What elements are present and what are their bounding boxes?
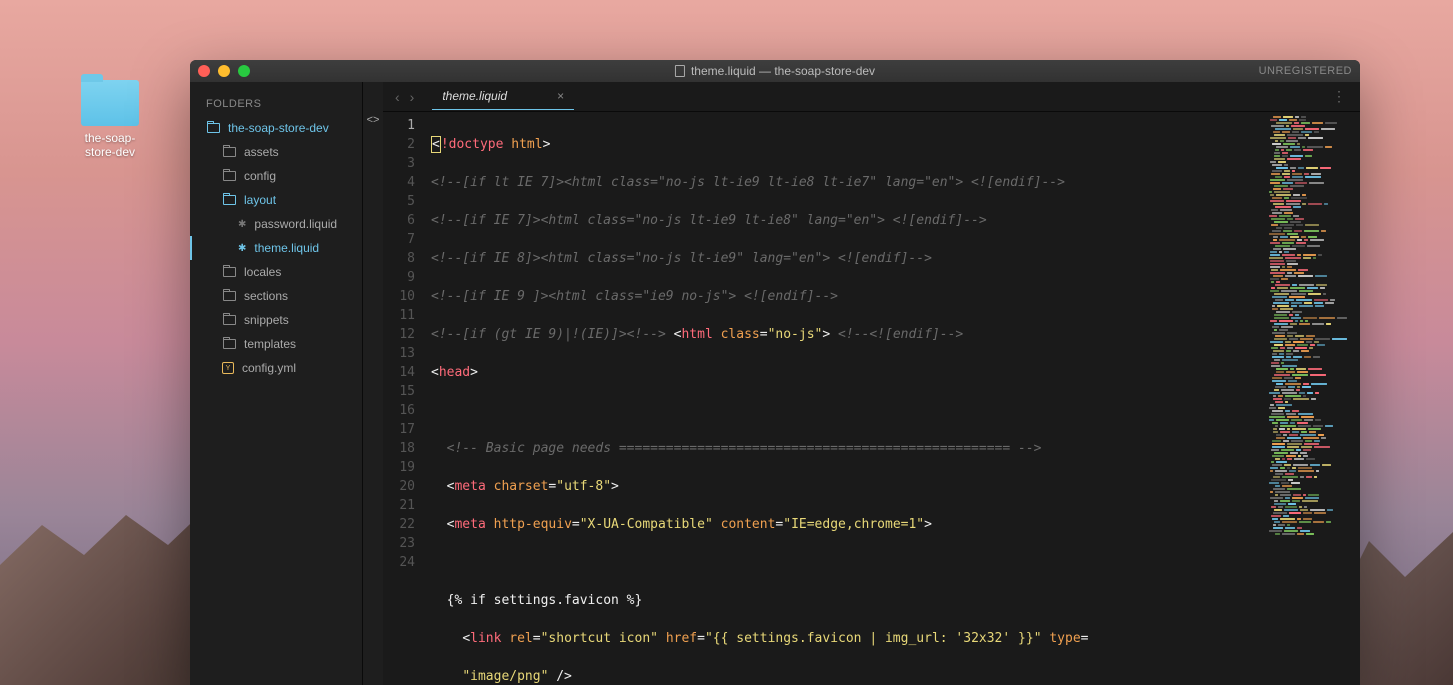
- folder-icon: [223, 171, 236, 181]
- tab-bar: ‹ › theme.liquid × ⋮: [383, 82, 1360, 112]
- sidebar-item-templates[interactable]: templates: [190, 332, 362, 356]
- sidebar-item-sections[interactable]: sections: [190, 284, 362, 308]
- folder-icon: [223, 291, 236, 301]
- tab-theme-liquid[interactable]: theme.liquid ×: [432, 83, 574, 110]
- nav-forward-icon[interactable]: ›: [410, 89, 415, 105]
- folder-open-icon: [223, 195, 236, 205]
- desktop-folder[interactable]: the-soap-store-dev: [75, 80, 145, 160]
- close-button[interactable]: [198, 65, 210, 77]
- line-numbers: 123456789101112131415161718192021222324: [383, 112, 423, 685]
- sidebar-item-locales[interactable]: locales: [190, 260, 362, 284]
- sidebar-item-config[interactable]: config: [190, 164, 362, 188]
- nav-back-icon[interactable]: ‹: [395, 89, 400, 105]
- yml-icon: Y: [222, 362, 234, 374]
- tab-close-icon[interactable]: ×: [557, 89, 564, 103]
- unregistered-label: UNREGISTERED: [1259, 65, 1352, 77]
- folder-icon: [81, 80, 139, 126]
- file-icon: ✱: [238, 219, 246, 230]
- minimize-button[interactable]: [218, 65, 230, 77]
- folder-icon: [223, 315, 236, 325]
- minimap[interactable]: [1265, 112, 1360, 685]
- code-editor[interactable]: 123456789101112131415161718192021222324 …: [383, 112, 1360, 685]
- folder-icon: [223, 267, 236, 277]
- sidebar-item-password-liquid[interactable]: ✱ password.liquid: [190, 212, 362, 236]
- editor-window: theme.liquid — the-soap-store-dev UNREGI…: [190, 60, 1360, 685]
- sidebar-item-snippets[interactable]: snippets: [190, 308, 362, 332]
- sidebar-item-theme-liquid[interactable]: ✱ theme.liquid: [190, 236, 362, 260]
- document-icon: [675, 65, 685, 77]
- titlebar[interactable]: theme.liquid — the-soap-store-dev UNREGI…: [190, 60, 1360, 82]
- desktop-folder-label: the-soap-store-dev: [75, 131, 145, 160]
- folder-open-icon: [207, 123, 220, 133]
- window-title: theme.liquid — the-soap-store-dev: [675, 64, 875, 78]
- sidebar-header: FOLDERS: [190, 90, 362, 116]
- more-menu-icon[interactable]: ⋮: [1332, 88, 1348, 105]
- tab-label: theme.liquid: [442, 89, 507, 103]
- folder-icon: [223, 147, 236, 157]
- sidebar-item-config-yml[interactable]: Y config.yml: [190, 356, 362, 380]
- maximize-button[interactable]: [238, 65, 250, 77]
- sidebar-root-label: the-soap-store-dev: [228, 121, 329, 135]
- sidebar: FOLDERS the-soap-store-dev assets config…: [190, 82, 363, 685]
- code-content[interactable]: <!doctype html> <!--[if lt IE 7]><html c…: [423, 112, 1265, 685]
- file-icon: ✱: [238, 243, 246, 254]
- syntax-toggle[interactable]: <>: [363, 82, 383, 685]
- sidebar-item-layout[interactable]: layout: [190, 188, 362, 212]
- sidebar-item-assets[interactable]: assets: [190, 140, 362, 164]
- sidebar-root[interactable]: the-soap-store-dev: [190, 116, 362, 140]
- folder-icon: [223, 339, 236, 349]
